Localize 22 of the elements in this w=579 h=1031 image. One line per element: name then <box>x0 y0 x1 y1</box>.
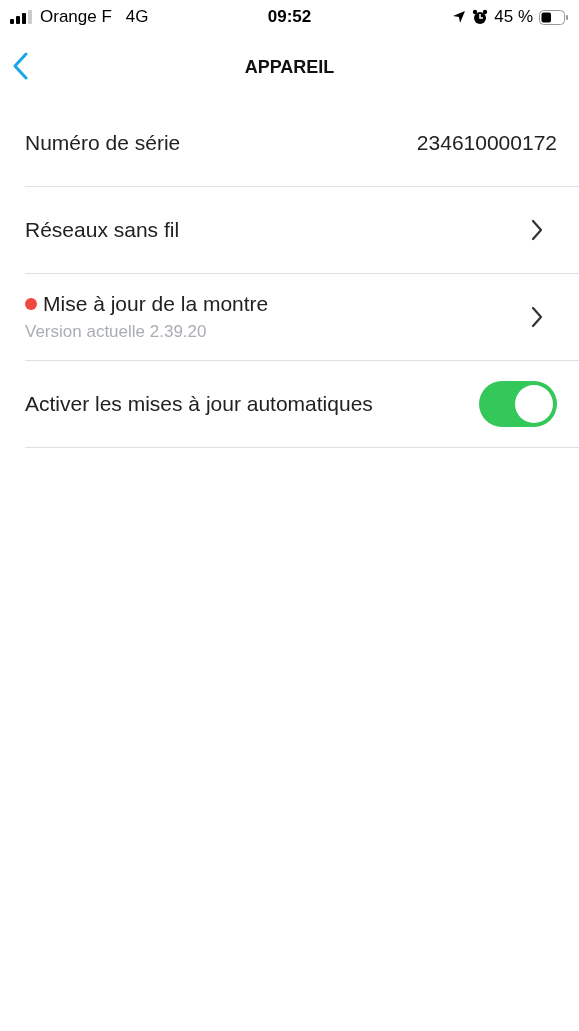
back-button[interactable] <box>12 52 28 80</box>
row-label: Numéro de série <box>25 131 181 155</box>
row-subtitle: Version actuelle 2.39.20 <box>25 322 208 342</box>
row-value: 234610000172 <box>416 131 557 155</box>
location-arrow-icon <box>452 10 467 24</box>
row-label: Mise à jour de la montre <box>43 292 269 316</box>
row-label: Réseaux sans fil <box>25 218 180 242</box>
battery-percent: 45 % <box>494 7 533 27</box>
chevron-right-icon <box>531 306 543 328</box>
battery-icon <box>539 9 569 25</box>
carrier-name: Orange F <box>40 7 112 27</box>
chevron-right-icon <box>531 219 543 241</box>
settings-row[interactable]: Mise à jour de la montre Version actuelle 2.39.20 <box>25 274 579 361</box>
signal-icon <box>10 9 34 25</box>
toggle-switch[interactable] <box>479 381 557 427</box>
clock: 09:52 <box>267 7 312 27</box>
settings-row[interactable]: Activer les mises à jour automatiques <box>25 361 579 448</box>
network-type: 4G <box>125 7 149 27</box>
alarm-clock-icon <box>472 9 489 25</box>
row-label: Activer les mises à jour automatiques <box>25 392 373 416</box>
settings-row[interactable]: Réseaux sans fil <box>25 187 579 274</box>
page-title: APPAREIL <box>244 56 335 78</box>
